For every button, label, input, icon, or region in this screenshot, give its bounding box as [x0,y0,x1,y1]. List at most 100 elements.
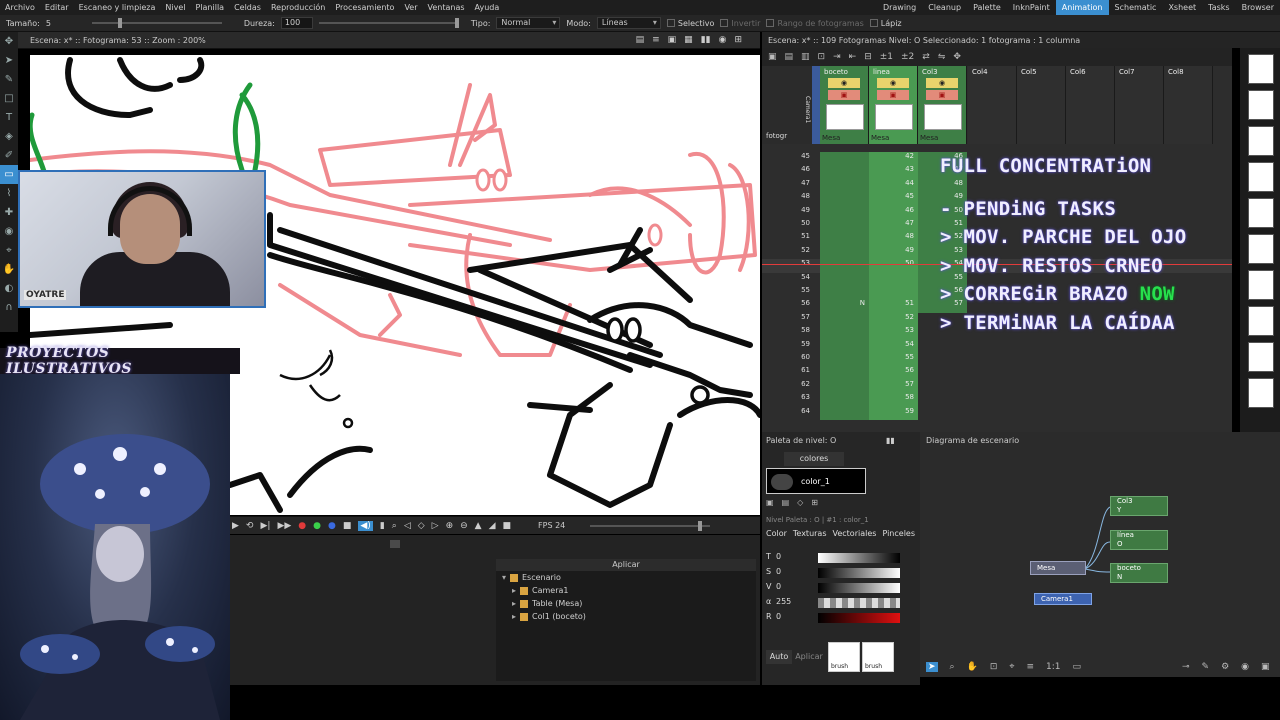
menu-celdas[interactable]: Celdas [229,3,266,12]
camera-view-icon[interactable]: ▣ [668,35,677,45]
next-key-icon[interactable]: ▷ [432,521,439,531]
control-point-icon[interactable]: ⌖ [0,241,18,260]
xsheet-column-header[interactable]: Col7 [1115,66,1164,144]
palette-pause-icon[interactable]: ▮▮ [886,436,895,445]
loop-icon[interactable]: ⟲ [246,521,254,531]
selection-tool-icon[interactable]: ➤ [0,51,18,70]
room-inknpaint[interactable]: InknPaint [1007,0,1056,15]
frame-range-checkbox[interactable]: Rango de fotogramas [766,19,864,28]
frame-thumbnail[interactable] [1248,126,1274,156]
step2-icon[interactable]: ±2 [901,52,914,62]
frame-thumbnail[interactable] [1248,378,1274,408]
xsheet-column-header[interactable]: Col3 ◉ ▣ Mesa [918,66,967,144]
reverse-icon[interactable]: ⇄ [922,52,930,62]
frame-thumbnail[interactable] [1248,162,1274,192]
apply-button[interactable]: Aplicar [794,650,824,664]
frame-thumbnail[interactable] [1248,342,1274,372]
swing-icon[interactable]: ⇋ [938,52,946,62]
xsheet-column-header[interactable]: Col4 [968,66,1017,144]
menu-reproduccion[interactable]: Reproducción [266,3,330,12]
frame-thumbnail[interactable] [1248,90,1274,120]
fill-tool-icon[interactable]: ◈ [0,127,18,146]
camstand-toggle-icon[interactable]: ▣ [926,90,958,100]
palette-page-tab[interactable]: colores [784,452,844,466]
menu-ver[interactable]: Ver [399,3,422,12]
prev-key-icon[interactable]: ◁ [404,521,411,531]
menu-escaneo[interactable]: Escaneo y limpieza [74,3,161,12]
menu-planilla[interactable]: Planilla [190,3,229,12]
room-browser[interactable]: Browser [1236,0,1280,15]
tab-brushes[interactable]: Pinceles [882,529,915,538]
frame-thumbnail[interactable] [1248,234,1274,264]
schematic-maximize-icon[interactable]: ▣ [1261,662,1270,672]
tab-vector[interactable]: Vectoriales [833,529,877,538]
tab-color[interactable]: Color [766,529,787,538]
grid-view-icon[interactable]: ⊞ [811,498,818,507]
style-chip[interactable]: color_1 [766,468,866,494]
color-channel-row[interactable]: R0 [766,612,916,624]
eraser-tool-icon[interactable]: ▭ [0,165,18,184]
zoom-out-icon[interactable]: ⊖ [460,521,468,531]
xsheet-column-header[interactable]: linea ◉ ▣ Mesa [869,66,918,144]
reframe-icon[interactable]: ⊡ [818,52,826,62]
normal-size-icon[interactable]: 1:1 [1046,662,1060,672]
brush-preview-2[interactable]: brush [862,642,894,672]
room-cleanup[interactable]: Cleanup [922,0,967,15]
frame-thumbnail[interactable] [1248,270,1274,300]
new-pegbar-icon[interactable]: ⊸ [1182,662,1190,672]
room-schematic[interactable]: Schematic [1109,0,1163,15]
xsheet-row[interactable]: 62 57 [762,379,1232,394]
xsheet-row[interactable]: 61 56 [762,366,1232,380]
zoom-in-icon[interactable]: ⊕ [446,521,454,531]
room-xsheet[interactable]: Xsheet [1162,0,1202,15]
key-icon[interactable]: ◇ [418,521,425,531]
preview-icon[interactable]: ◉ [719,35,727,45]
room-palette[interactable]: Palette [967,0,1007,15]
reorder-icon[interactable]: ≡ [1026,662,1034,672]
tree-item-col1[interactable]: ▸ Col1 (boceto) [502,610,756,623]
node-col3[interactable]: Col3 Y [1110,496,1168,516]
color-channel-row[interactable]: T0 [766,552,916,564]
type-tool-icon[interactable]: T [0,108,18,127]
hand-mode-icon[interactable]: ✋ [967,662,978,672]
maximize-icon[interactable]: ▭ [1072,662,1081,672]
size-value[interactable]: 5 [46,19,86,28]
preview-toggle-icon[interactable]: ◉ [828,78,860,88]
xsheet-column-header[interactable]: Col6 [1066,66,1115,144]
menu-ventanas[interactable]: Ventanas [423,3,470,12]
sub-camera-icon[interactable]: ⊞ [734,35,742,45]
menu-procesamiento[interactable]: Procesamiento [330,3,399,12]
new-style-icon[interactable]: ▣ [766,498,774,507]
auto-button[interactable]: Auto [766,650,792,664]
paint-brush-tool-icon[interactable]: ✐ [0,146,18,165]
node-mesa[interactable]: Mesa [1030,561,1086,575]
select-mode-icon[interactable]: ➤ [926,662,938,672]
color-channel-row[interactable]: S0 [766,567,916,579]
hardness-value[interactable]: 100 [280,17,313,29]
zoom-mode-icon[interactable]: ⌕ [950,662,955,672]
menu-archivo[interactable]: Archivo [0,3,40,12]
frame-thumbnail[interactable] [1248,54,1274,84]
key-icon[interactable]: ◇ [797,498,803,507]
tree-apply-button[interactable]: Aplicar [496,559,756,571]
play-icon[interactable]: ▶ [232,521,239,531]
tape-tool-icon[interactable]: ⌇ [0,184,18,203]
new-vector-icon[interactable]: ▥ [801,52,810,62]
table-view-icon[interactable]: ▦ [684,35,693,45]
insert-icon[interactable]: ⇥ [833,52,841,62]
tree-item-table[interactable]: ▸ Table (Mesa) [502,597,756,610]
last-frame-icon[interactable]: ▶▶ [277,521,291,531]
toggle-fx-icon[interactable]: ◉ [1241,662,1249,672]
new-raster-icon[interactable]: ▤ [785,52,794,62]
view-grid-icon[interactable]: ▤ [636,35,645,45]
panel-scroll-handle[interactable] [390,540,400,548]
new-page-icon[interactable]: ▤ [782,498,790,507]
xsheet-row[interactable]: 64 59 [762,406,1232,420]
menu-nivel[interactable]: Nivel [160,3,190,12]
xsheet-column-header[interactable]: boceto ◉ ▣ Mesa [820,66,869,144]
preview-toggle-icon[interactable]: ◉ [926,78,958,88]
camstand-toggle-icon[interactable]: ▣ [877,90,909,100]
room-drawing[interactable]: Drawing [877,0,922,15]
rotate-icon[interactable]: ◢ [489,521,496,531]
room-tasks[interactable]: Tasks [1202,0,1235,15]
